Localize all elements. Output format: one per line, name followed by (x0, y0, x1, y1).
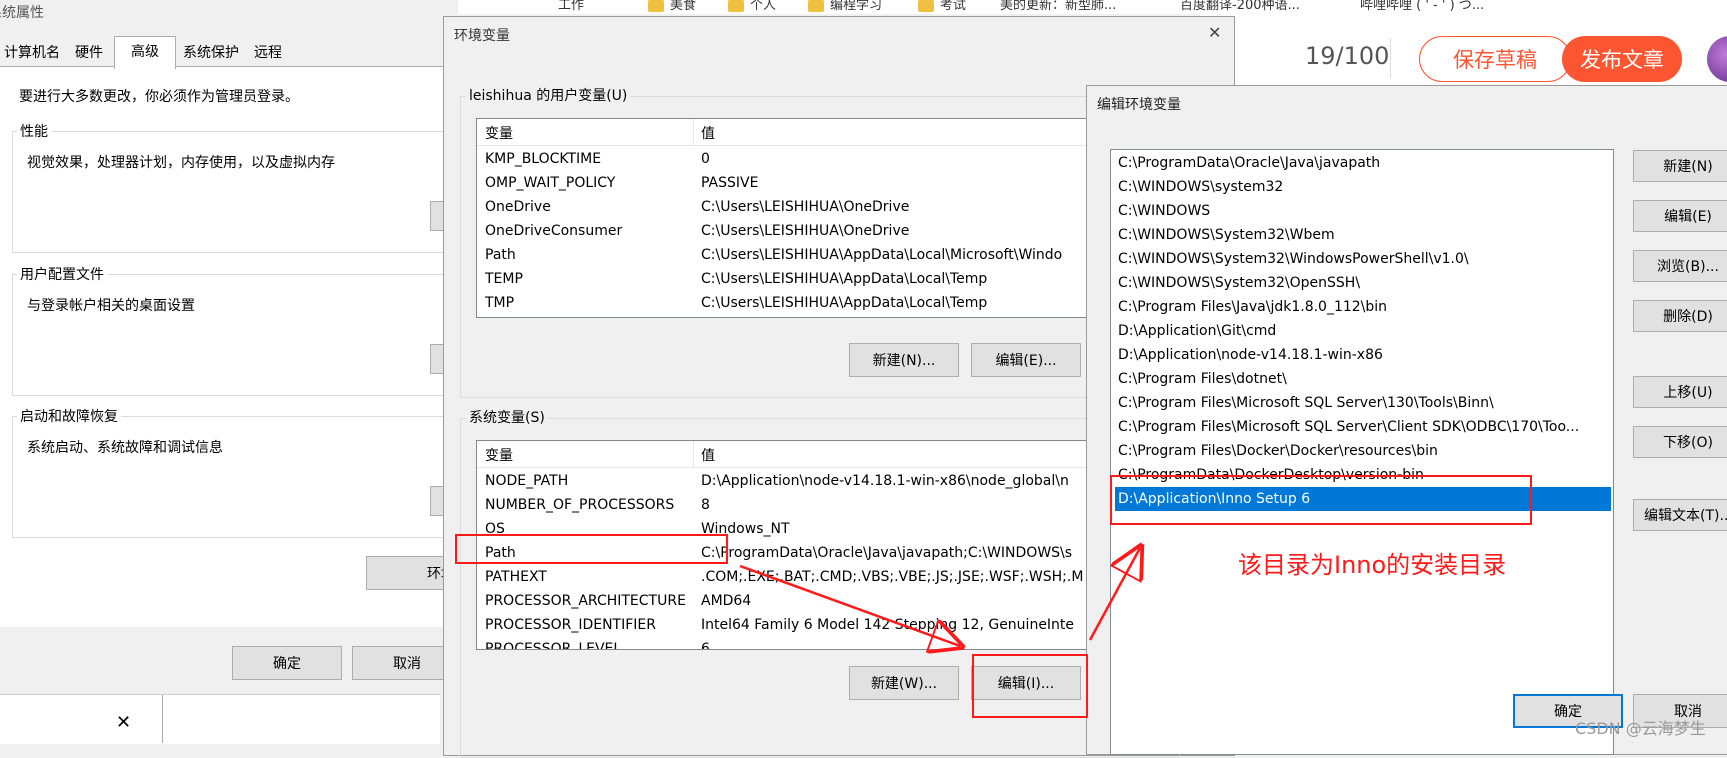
arrow-to-inno-path (1088, 548, 1140, 641)
annotation-arrows (739, 0, 1727, 743)
watermark: CSDN @云海梦生 (1575, 719, 1706, 738)
arrow-to-edit-button (739, 564, 960, 646)
tab-advanced[interactable]: 高级 (114, 36, 176, 69)
annotation-label: 该目录为Inno的安装目录 (1238, 551, 1507, 579)
